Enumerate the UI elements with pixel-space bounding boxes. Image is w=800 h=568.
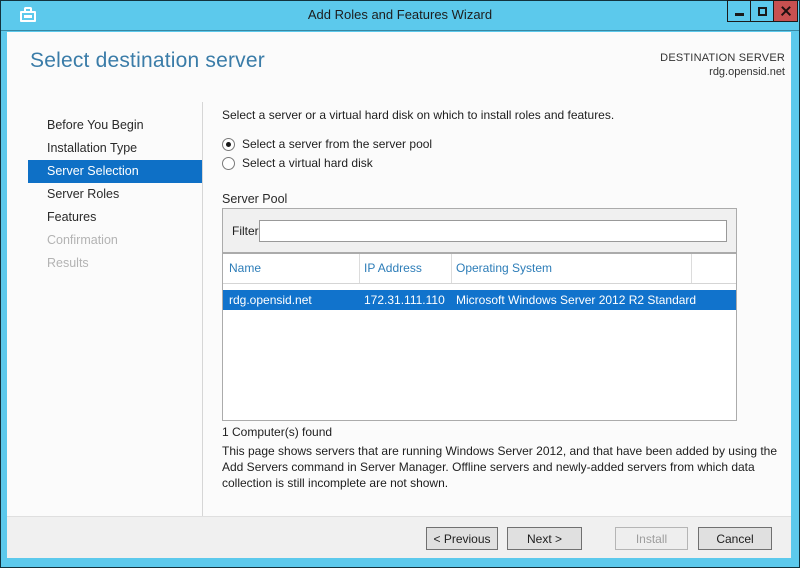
radio-option-virtual-hard-disk[interactable]: Select a virtual hard disk bbox=[222, 156, 373, 170]
server-pool-table: Name IP Address Operating System rdg.ope… bbox=[222, 253, 737, 421]
maximize-icon bbox=[758, 7, 767, 16]
wizard-footer: < Previous Next > Install Cancel bbox=[7, 516, 791, 558]
column-separator bbox=[359, 254, 360, 283]
destination-server-value: rdg.opensid.net bbox=[709, 66, 785, 78]
column-separator bbox=[451, 254, 452, 283]
sidebar-item-server-roles[interactable]: Server Roles bbox=[28, 183, 202, 206]
sidebar-item-server-selection[interactable]: Server Selection bbox=[28, 160, 202, 183]
computers-found-count: 1 Computer(s) found bbox=[222, 425, 333, 439]
minimize-button[interactable] bbox=[727, 0, 751, 22]
radio-unselected-icon bbox=[222, 156, 235, 170]
column-header-name[interactable]: Name bbox=[229, 254, 261, 283]
server-pool-title: Server Pool bbox=[222, 192, 288, 206]
wizard-window: Add Roles and Features Wizard Select des… bbox=[0, 0, 800, 568]
server-pool-filter-bar: Filter: bbox=[222, 208, 737, 253]
filter-input[interactable] bbox=[259, 220, 727, 242]
page-title: Select destination server bbox=[30, 49, 265, 72]
table-row-selected-server[interactable]: rdg.opensid.net 172.31.111.110 Microsoft… bbox=[223, 290, 736, 310]
previous-button[interactable]: < Previous bbox=[426, 527, 498, 550]
minimize-icon bbox=[735, 13, 744, 16]
server-os-cell: Microsoft Windows Server 2012 R2 Standar… bbox=[456, 293, 697, 307]
radio-option-label: Select a virtual hard disk bbox=[242, 156, 373, 170]
sidebar-item-confirmation: Confirmation bbox=[47, 233, 118, 247]
close-button[interactable] bbox=[773, 0, 798, 22]
window-title: Add Roles and Features Wizard bbox=[307, 7, 493, 22]
server-manager-icon bbox=[19, 7, 37, 24]
server-name-cell: rdg.opensid.net bbox=[229, 293, 312, 307]
column-header-operating-system[interactable]: Operating System bbox=[456, 254, 552, 283]
column-separator bbox=[691, 254, 692, 283]
filter-label: Filter: bbox=[232, 224, 262, 238]
radio-selected-icon bbox=[222, 137, 235, 151]
wizard-body: Select destination server DESTINATION SE… bbox=[7, 32, 791, 558]
sidebar-item-results: Results bbox=[47, 256, 89, 270]
destination-server-block: DESTINATION SERVER rdg.opensid.net bbox=[660, 52, 785, 78]
page-intro-text: Select a server or a virtual hard disk o… bbox=[222, 108, 615, 122]
install-button: Install bbox=[615, 527, 688, 550]
radio-option-server-pool[interactable]: Select a server from the server pool bbox=[222, 137, 432, 151]
sidebar-item-features[interactable]: Features bbox=[28, 206, 202, 229]
destination-server-label: DESTINATION SERVER bbox=[660, 52, 785, 64]
sidebar-divider bbox=[202, 102, 203, 516]
sidebar-item-before-you-begin[interactable]: Before You Begin bbox=[28, 114, 202, 137]
sidebar-item-installation-type[interactable]: Installation Type bbox=[28, 137, 202, 160]
server-ip-cell: 172.31.111.110 bbox=[364, 293, 445, 307]
page-description: This page shows servers that are running… bbox=[222, 444, 778, 490]
next-button[interactable]: Next > bbox=[507, 527, 582, 550]
radio-option-label: Select a server from the server pool bbox=[242, 137, 433, 151]
column-header-ip-address[interactable]: IP Address bbox=[364, 254, 422, 283]
window-controls bbox=[727, 0, 798, 22]
maximize-button[interactable] bbox=[750, 0, 774, 22]
header-divider bbox=[223, 283, 736, 284]
wizard-steps-sidebar: Before You Begin Installation Type Serve… bbox=[28, 114, 202, 275]
titlebar[interactable]: Add Roles and Features Wizard bbox=[0, 0, 800, 31]
cancel-button[interactable]: Cancel bbox=[698, 527, 772, 550]
